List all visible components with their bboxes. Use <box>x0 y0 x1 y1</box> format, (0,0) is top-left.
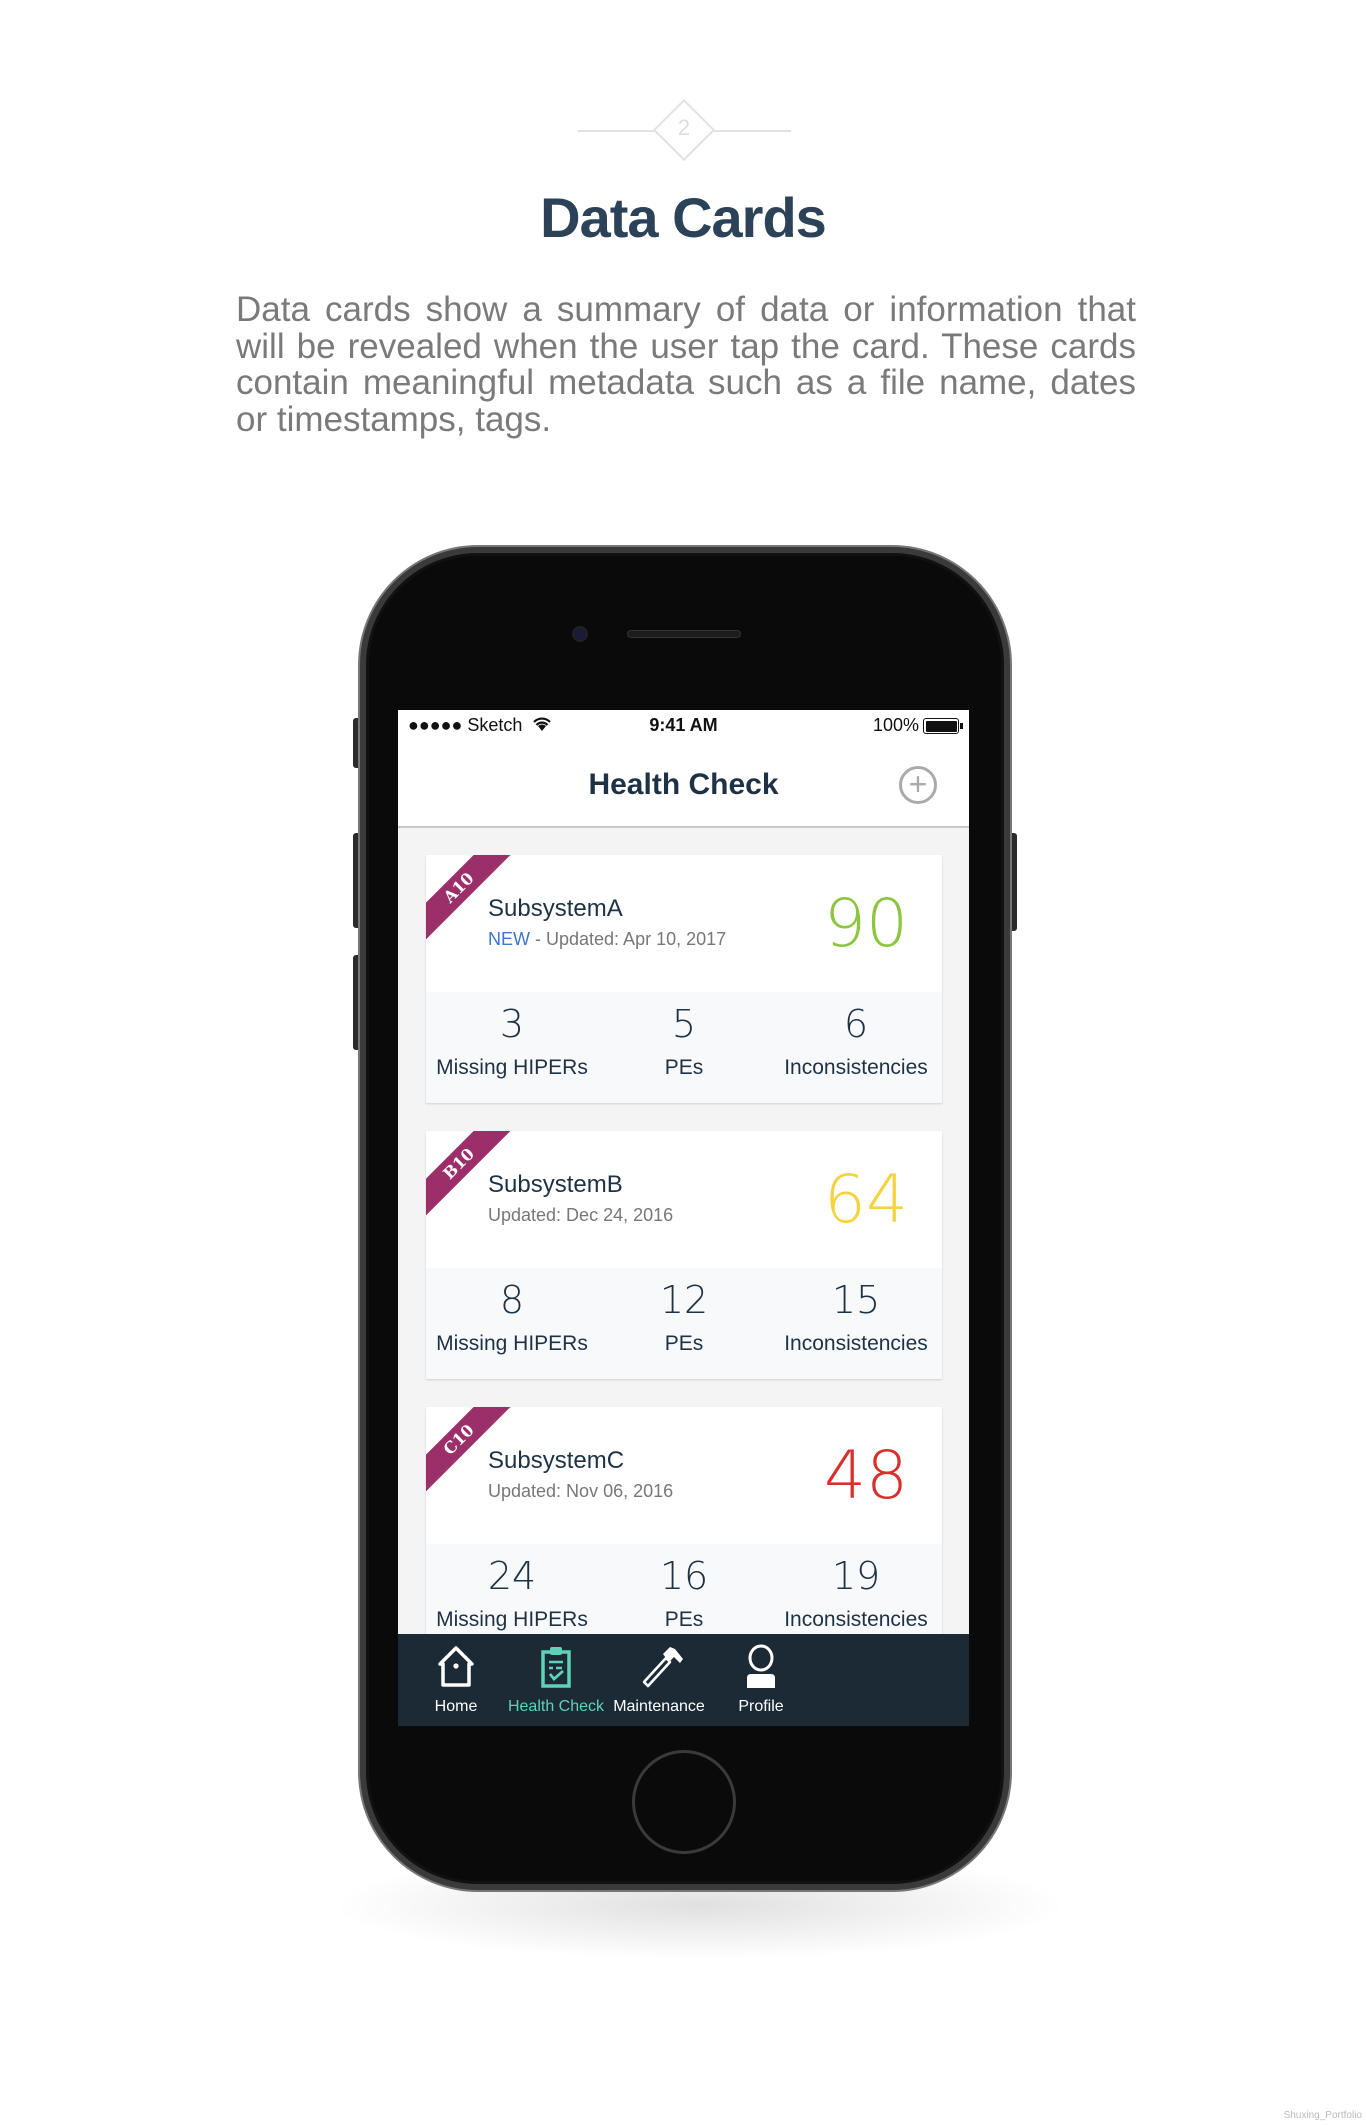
card-subtitle: Updated: Dec 24, 2016 <box>488 1205 673 1226</box>
watermark: Shuxing_Portfolio <box>1283 2110 1362 2121</box>
stat-label: Missing HIPERs <box>436 1608 588 1631</box>
clipboard-check-icon <box>541 1647 571 1688</box>
health-score: 90 <box>824 885 908 962</box>
section-number: 2 <box>677 115 691 140</box>
tab-bar: Home Health Check Maintenance Profile <box>398 1634 969 1726</box>
nav-bar: Health Check + <box>398 742 969 828</box>
plus-circle-icon[interactable]: + <box>899 766 937 804</box>
stat-label: PEs <box>664 1056 704 1079</box>
card-stats: 8 Missing HIPERs 12 PEs 15 Inconsistenci… <box>426 1268 942 1379</box>
stat-label: PEs <box>664 1332 704 1355</box>
front-camera <box>572 626 588 642</box>
home-icon <box>438 1646 474 1687</box>
updated-date: - Updated: Apr 10, 2017 <box>530 929 727 949</box>
stat-value: 12 <box>659 1278 709 1322</box>
stat-label: PEs <box>664 1608 704 1631</box>
card-header: A10 SubsystemA NEW - Updated: Apr 10, 20… <box>426 855 942 992</box>
tab-profile[interactable]: Profile <box>691 1634 831 1726</box>
section-description: Data cards show a summary of data or inf… <box>236 290 1136 439</box>
subsystem-name: SubsystemC <box>488 1447 625 1474</box>
card-subtitle: NEW - Updated: Apr 10, 2017 <box>488 929 726 950</box>
new-badge: NEW <box>488 929 530 949</box>
data-card[interactable]: C10 SubsystemC Updated: Nov 06, 2016 48 … <box>426 1407 942 1655</box>
stat-label: Inconsistencies <box>784 1608 928 1631</box>
app-screen: ●●●●● Sketch 9:41 AM 100% Health Check +… <box>398 710 969 1726</box>
stat-value: 15 <box>831 1278 881 1322</box>
card-header: C10 SubsystemC Updated: Nov 06, 2016 48 <box>426 1407 942 1544</box>
card-header: B10 SubsystemB Updated: Dec 24, 2016 64 <box>426 1131 942 1268</box>
stat-label: Inconsistencies <box>784 1056 928 1079</box>
card-stats: 3 Missing HIPERs 5 PEs 6 Inconsistencies <box>426 992 942 1103</box>
updated-date: Updated: Dec 24, 2016 <box>488 1205 674 1225</box>
stat-label: Missing HIPERs <box>436 1056 588 1079</box>
health-score: 64 <box>824 1161 908 1238</box>
stat-value: 16 <box>659 1554 709 1598</box>
data-card[interactable]: B10 SubsystemB Updated: Dec 24, 2016 64 … <box>426 1131 942 1379</box>
stat-value: 3 <box>499 1002 525 1046</box>
nav-title: Health Check <box>588 768 779 801</box>
subsystem-name: SubsystemA <box>488 895 623 922</box>
power-button <box>1009 833 1017 931</box>
subsystem-name: SubsystemB <box>488 1171 623 1198</box>
battery-percent: 100% <box>873 715 920 735</box>
stat-value: 5 <box>671 1002 697 1046</box>
stat-value: 24 <box>487 1554 537 1598</box>
data-card[interactable]: A10 SubsystemA NEW - Updated: Apr 10, 20… <box>426 855 942 1103</box>
status-bar: ●●●●● Sketch 9:41 AM 100% <box>398 710 969 742</box>
stat-label: Inconsistencies <box>784 1332 928 1355</box>
tab-label: Profile <box>738 1698 784 1715</box>
battery-icon <box>923 718 959 734</box>
stat-label: Missing HIPERs <box>436 1332 588 1355</box>
hammer-icon <box>642 1647 683 1688</box>
speaker-grille <box>627 630 741 638</box>
stat-value: 19 <box>831 1554 881 1598</box>
stat-value: 8 <box>499 1278 525 1322</box>
card-subtitle: Updated: Nov 06, 2016 <box>488 1481 673 1502</box>
user-icon <box>747 1644 775 1688</box>
updated-date: Updated: Nov 06, 2016 <box>488 1481 674 1501</box>
stat-value: 6 <box>843 1002 869 1046</box>
health-score: 48 <box>824 1437 908 1514</box>
section-title: Data Cards <box>540 186 827 249</box>
home-button[interactable] <box>632 1750 736 1854</box>
